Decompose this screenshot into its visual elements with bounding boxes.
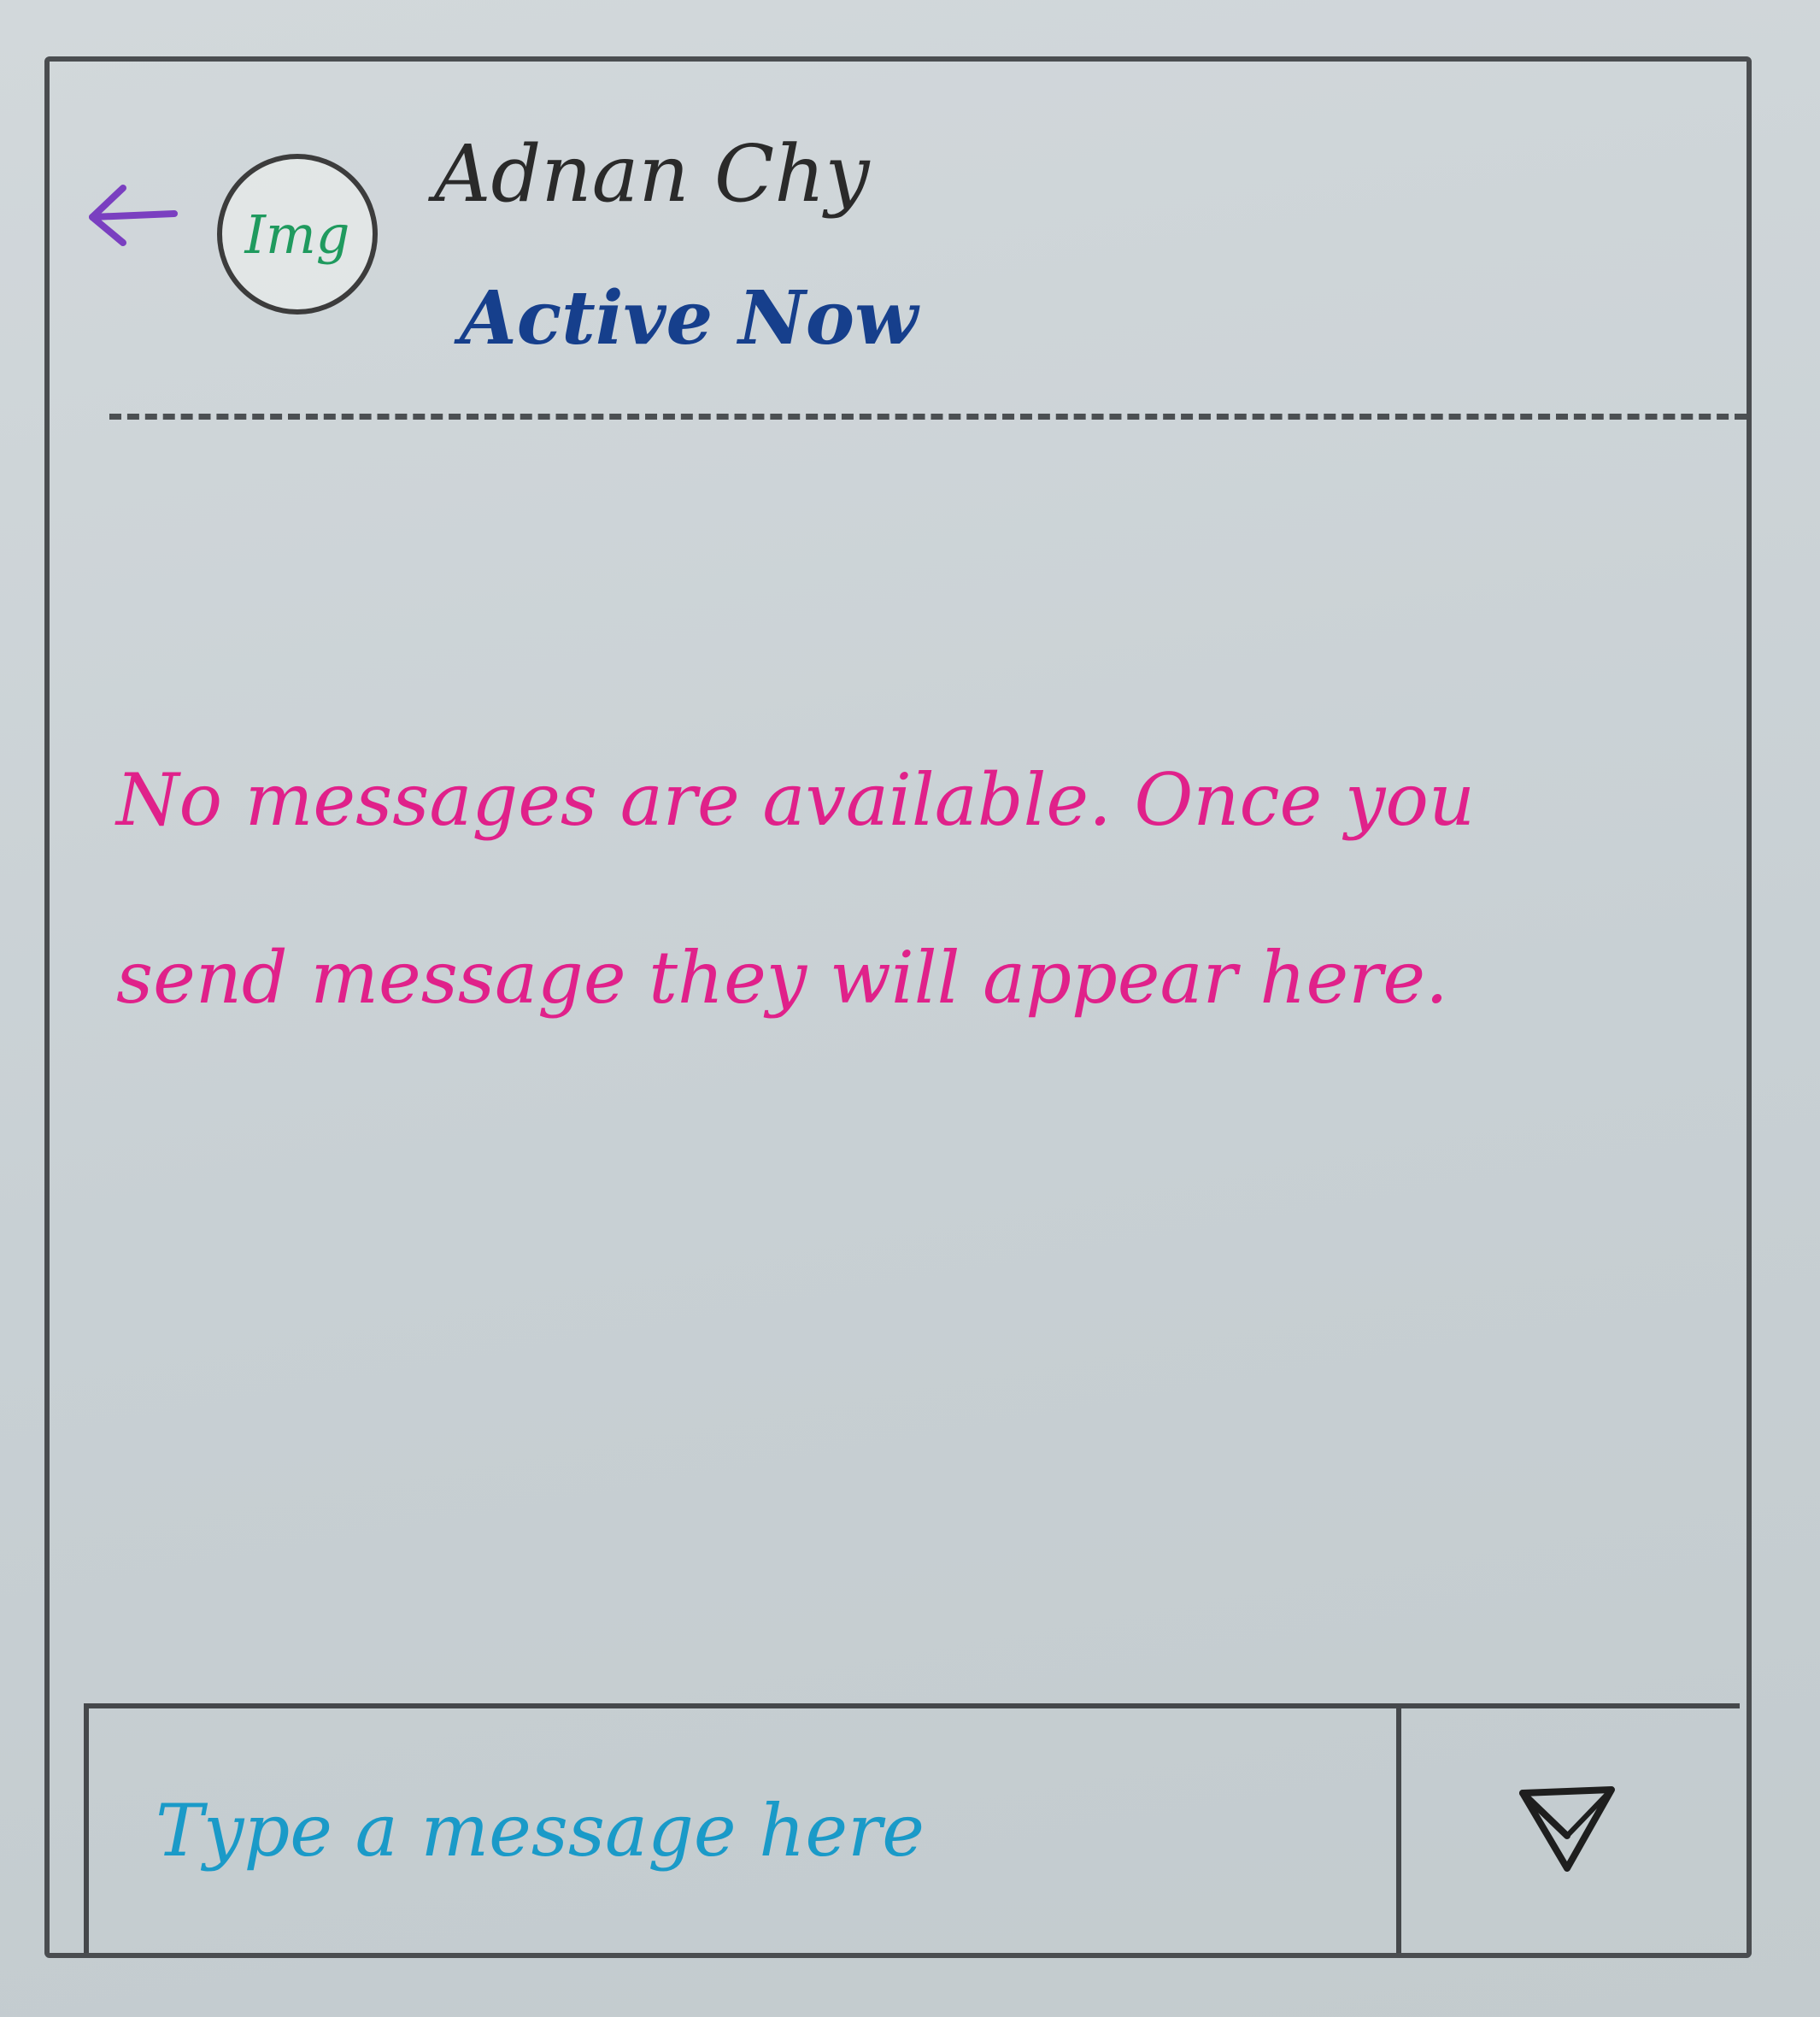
chat-header: Img Adnan Chy Active Now	[50, 62, 1747, 420]
header-divider	[109, 414, 1747, 420]
status-text: Active Now	[460, 275, 919, 362]
chat-window: Img Adnan Chy Active Now No messages are…	[44, 56, 1752, 1958]
back-arrow-icon[interactable]	[82, 164, 185, 267]
empty-state-message: No messages are available. Once you send…	[116, 758, 1476, 1020]
message-input[interactable]	[89, 1708, 1401, 1953]
contact-name: Adnan Chy	[434, 128, 870, 220]
avatar-placeholder-text: Img	[244, 203, 350, 266]
sketch-paper: Img Adnan Chy Active Now No messages are…	[0, 0, 1820, 2017]
avatar[interactable]: Img	[217, 154, 378, 315]
send-icon	[1516, 1783, 1618, 1879]
send-button[interactable]	[1394, 1708, 1740, 1953]
message-composer	[84, 1703, 1740, 1953]
message-list: No messages are available. Once you send…	[50, 429, 1747, 1703]
